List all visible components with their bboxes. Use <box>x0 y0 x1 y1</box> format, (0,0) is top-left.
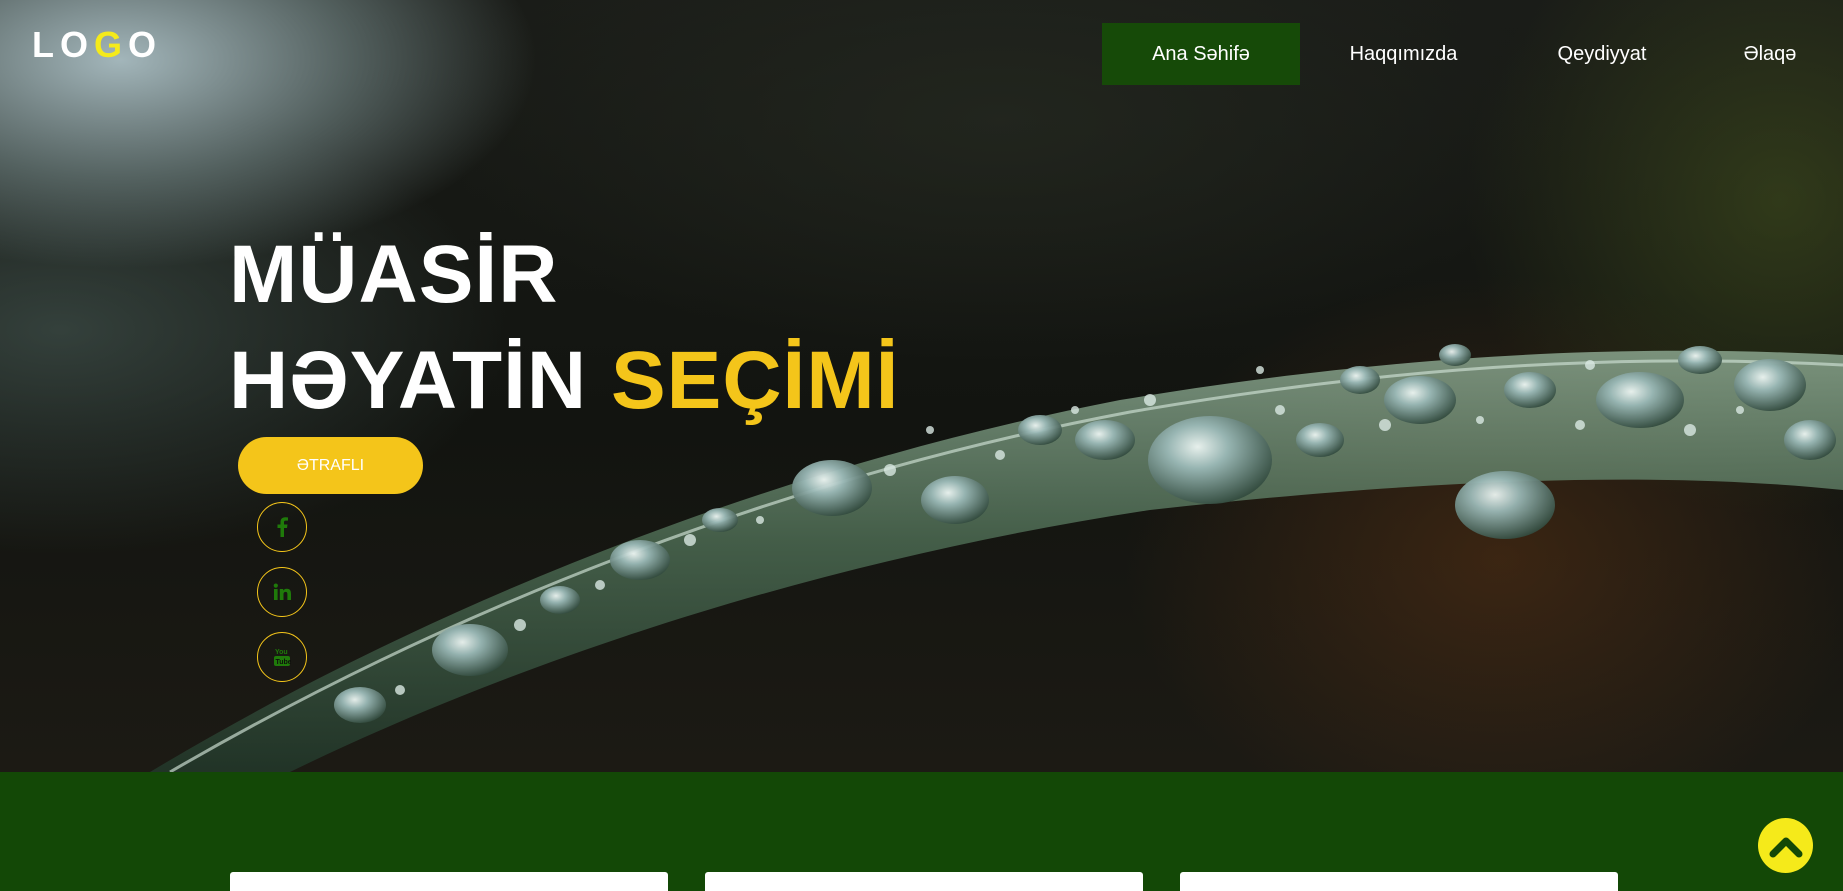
svg-text:You: You <box>275 649 288 656</box>
linkedin-icon[interactable] <box>257 567 307 617</box>
hero-title-line2: HƏYATİN <box>229 335 588 426</box>
scroll-to-top-button[interactable] <box>1758 818 1813 873</box>
chevron-up-icon <box>1769 837 1802 857</box>
hero-title-line1: MÜASİR <box>229 229 559 320</box>
facebook-icon[interactable] <box>257 502 307 552</box>
feature-card <box>705 872 1143 891</box>
nav-item-about[interactable]: Haqqımızda <box>1300 23 1507 85</box>
feature-card <box>1180 872 1618 891</box>
hero-title: MÜASİR HƏYATİN SEÇİMİ <box>229 222 899 434</box>
nav-item-contact[interactable]: Əlaqə <box>1697 23 1843 85</box>
logo-text-accent: G <box>94 24 129 65</box>
hero-title-highlight: SEÇİMİ <box>610 335 900 426</box>
svg-text:Tube: Tube <box>276 659 292 666</box>
youtube-icon[interactable]: You Tube <box>257 632 307 682</box>
logo-text-part1: LO <box>32 24 94 65</box>
feature-card <box>230 872 668 891</box>
nav-item-home[interactable]: Ana Səhifə <box>1102 23 1300 85</box>
logo-text-part3: O <box>128 24 163 65</box>
main-nav: Ana Səhifə Haqqımızda Qeydiyyat Əlaqə <box>1102 23 1843 85</box>
hero-section: LOGO Ana Səhifə Haqqımızda Qeydiyyat Əla… <box>0 0 1843 772</box>
more-button[interactable]: ƏTRAFLI <box>238 437 423 494</box>
nav-item-register[interactable]: Qeydiyyat <box>1507 23 1697 85</box>
logo[interactable]: LOGO <box>32 24 162 66</box>
